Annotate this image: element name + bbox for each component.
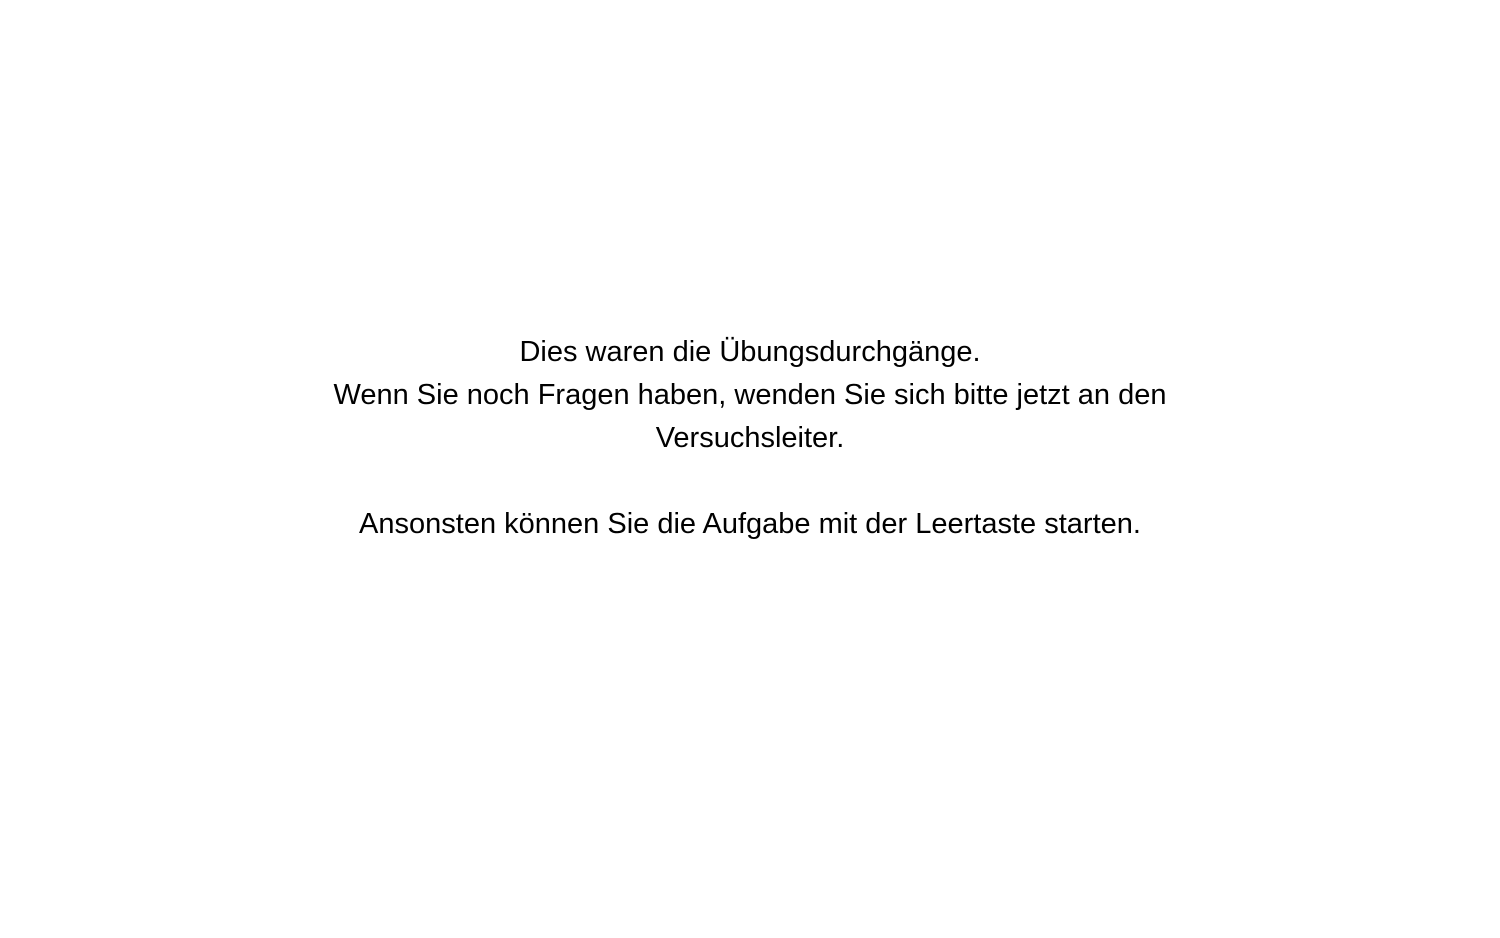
instruction-line-start-spacebar: Ansonsten können Sie die Aufgabe mit der… — [359, 508, 1141, 540]
instruction-screen: Dies waren die Übungsdurchgänge. Wenn Si… — [0, 0, 1500, 938]
instruction-spacer — [0, 460, 1500, 503]
instruction-line-experimenter: Versuchsleiter. — [655, 422, 845, 454]
instruction-message: Dies waren die Übungsdurchgänge. Wenn Si… — [0, 331, 1500, 546]
instruction-line-practice-done: Dies waren die Übungsdurchgänge. — [519, 336, 981, 368]
instruction-line-questions: Wenn Sie noch Fragen haben, wenden Sie s… — [333, 379, 1167, 411]
